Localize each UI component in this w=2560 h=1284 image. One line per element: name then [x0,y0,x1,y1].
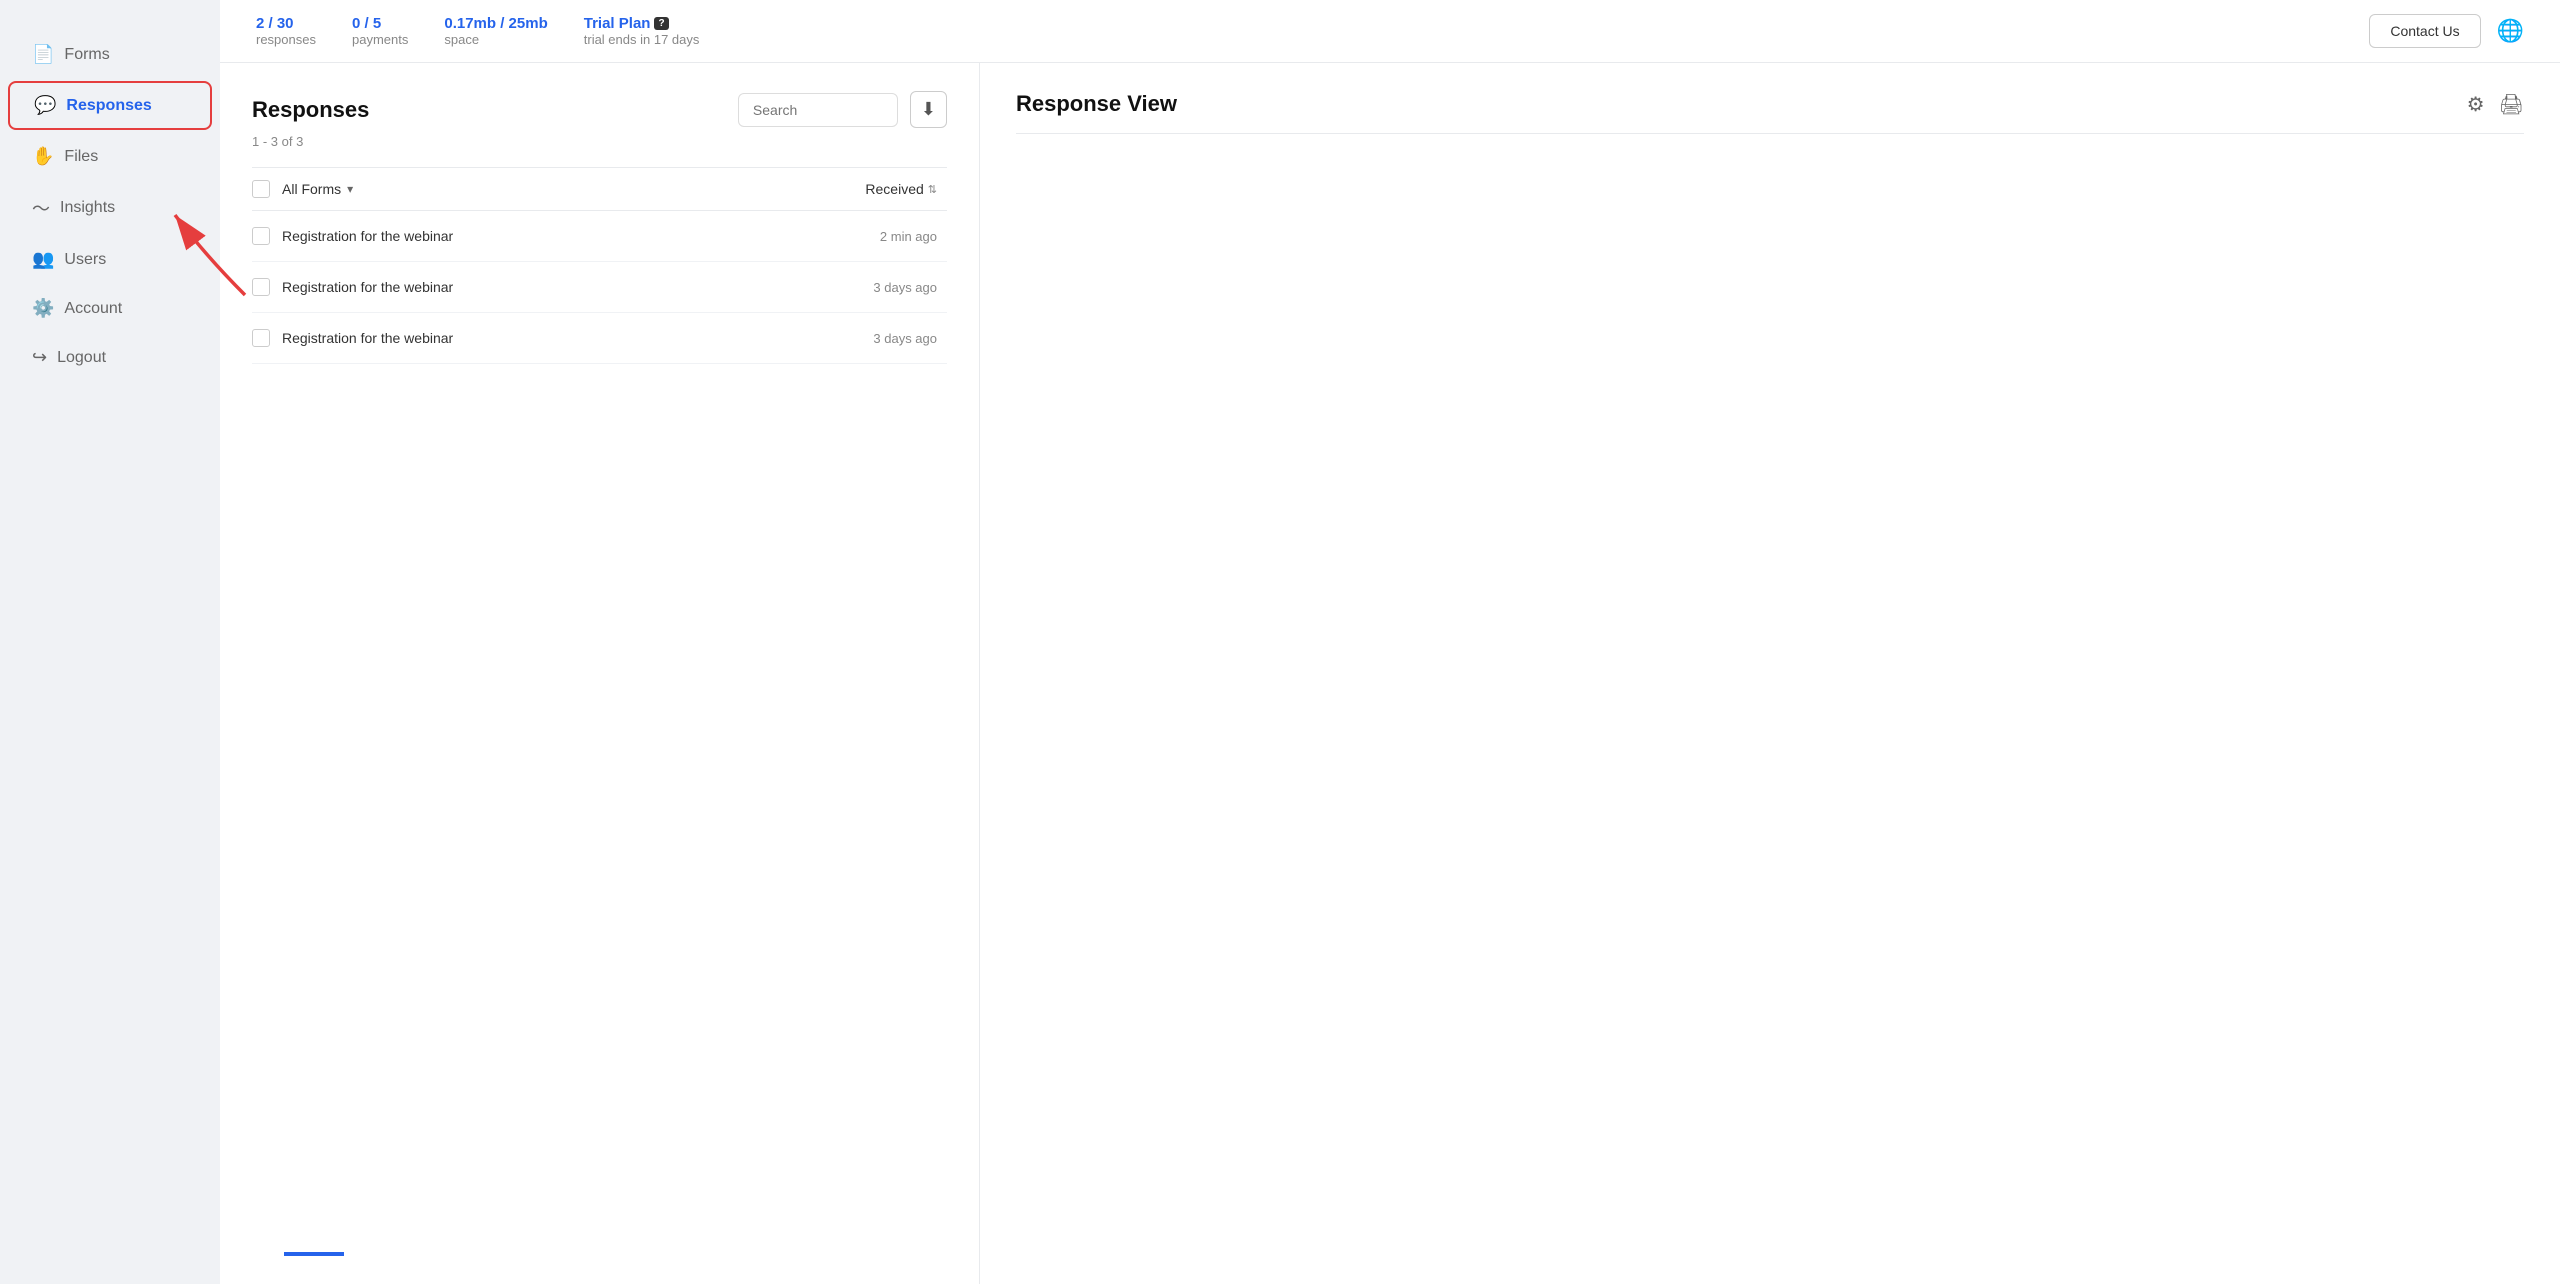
stat-space: 0.17mb / 25mb space [444,15,547,47]
trial-plan: Trial Plan ? trial ends in 17 days [584,15,700,47]
sidebar-item-users[interactable]: 👥 Users [8,237,212,282]
topbar-right: Contact Us 🌐 [2369,14,2524,48]
row-checkbox[interactable] [252,329,270,347]
responses-header-right: ⬇ [738,91,947,128]
sidebar-item-account[interactable]: ⚙️ Account [8,286,212,331]
received-column-header[interactable]: Received ⇅ [865,181,937,197]
all-forms-dropdown[interactable]: All Forms ▾ [282,181,353,197]
forms-icon: 📄 [32,44,54,65]
table-row[interactable]: Registration for the webinar 3 days ago [252,313,947,364]
sidebar-item-logout[interactable]: ↪ Logout [8,335,212,380]
download-button[interactable]: ⬇ [910,91,947,128]
table-header: All Forms ▾ Received ⇅ [252,168,947,211]
responses-title: Responses [252,97,369,123]
bottom-blue-bar [284,1252,344,1256]
response-view-panel: Response View ⚙ 🖨 [980,63,2560,1284]
select-all-checkbox[interactable] [252,180,270,198]
sidebar: 📄 Forms 💬 Responses ✋ Files 〜 Insights 👥… [0,0,220,1284]
globe-icon[interactable]: 🌐 [2497,18,2524,44]
logout-icon: ↪ [32,347,47,368]
sidebar-item-insights[interactable]: 〜 Insights [8,183,212,233]
account-icon: ⚙️ [32,298,54,319]
response-view-header: Response View ⚙ 🖨 [1016,91,2524,134]
response-view-title: Response View [1016,91,1177,117]
insights-icon: 〜 [32,195,50,221]
chevron-down-icon: ▾ [347,182,353,196]
sidebar-item-responses[interactable]: 💬 Responses [8,81,212,130]
main-content: 2 / 30 responses 0 / 5 payments 0.17mb /… [220,0,2560,1284]
responses-count: 1 - 3 of 3 [252,134,947,149]
table-row[interactable]: Registration for the webinar 2 min ago [252,211,947,262]
contact-us-button[interactable]: Contact Us [2369,14,2480,48]
content-area: Responses ⬇ 1 - 3 of 3 All Forms ▾ Recei… [220,63,2560,1284]
sidebar-item-forms[interactable]: 📄 Forms [8,32,212,77]
search-input[interactable] [738,93,898,127]
settings-icon[interactable]: ⚙ [2467,92,2485,117]
print-icon[interactable]: 🖨 [2499,92,2524,117]
stat-payments: 0 / 5 payments [352,15,408,47]
topbar-stats: 2 / 30 responses 0 / 5 payments 0.17mb /… [256,15,699,47]
stat-responses: 2 / 30 responses [256,15,316,47]
sort-icon: ⇅ [928,183,937,196]
files-icon: ✋ [32,146,54,167]
topbar: 2 / 30 responses 0 / 5 payments 0.17mb /… [220,0,2560,63]
responses-icon: 💬 [34,95,56,116]
view-icons: ⚙ 🖨 [2467,92,2524,117]
table-row[interactable]: Registration for the webinar 3 days ago [252,262,947,313]
row-checkbox[interactable] [252,278,270,296]
responses-panel: Responses ⬇ 1 - 3 of 3 All Forms ▾ Recei… [220,63,980,1284]
users-icon: 👥 [32,249,54,270]
sidebar-item-files[interactable]: ✋ Files [8,134,212,179]
row-checkbox[interactable] [252,227,270,245]
responses-header: Responses ⬇ [252,91,947,128]
